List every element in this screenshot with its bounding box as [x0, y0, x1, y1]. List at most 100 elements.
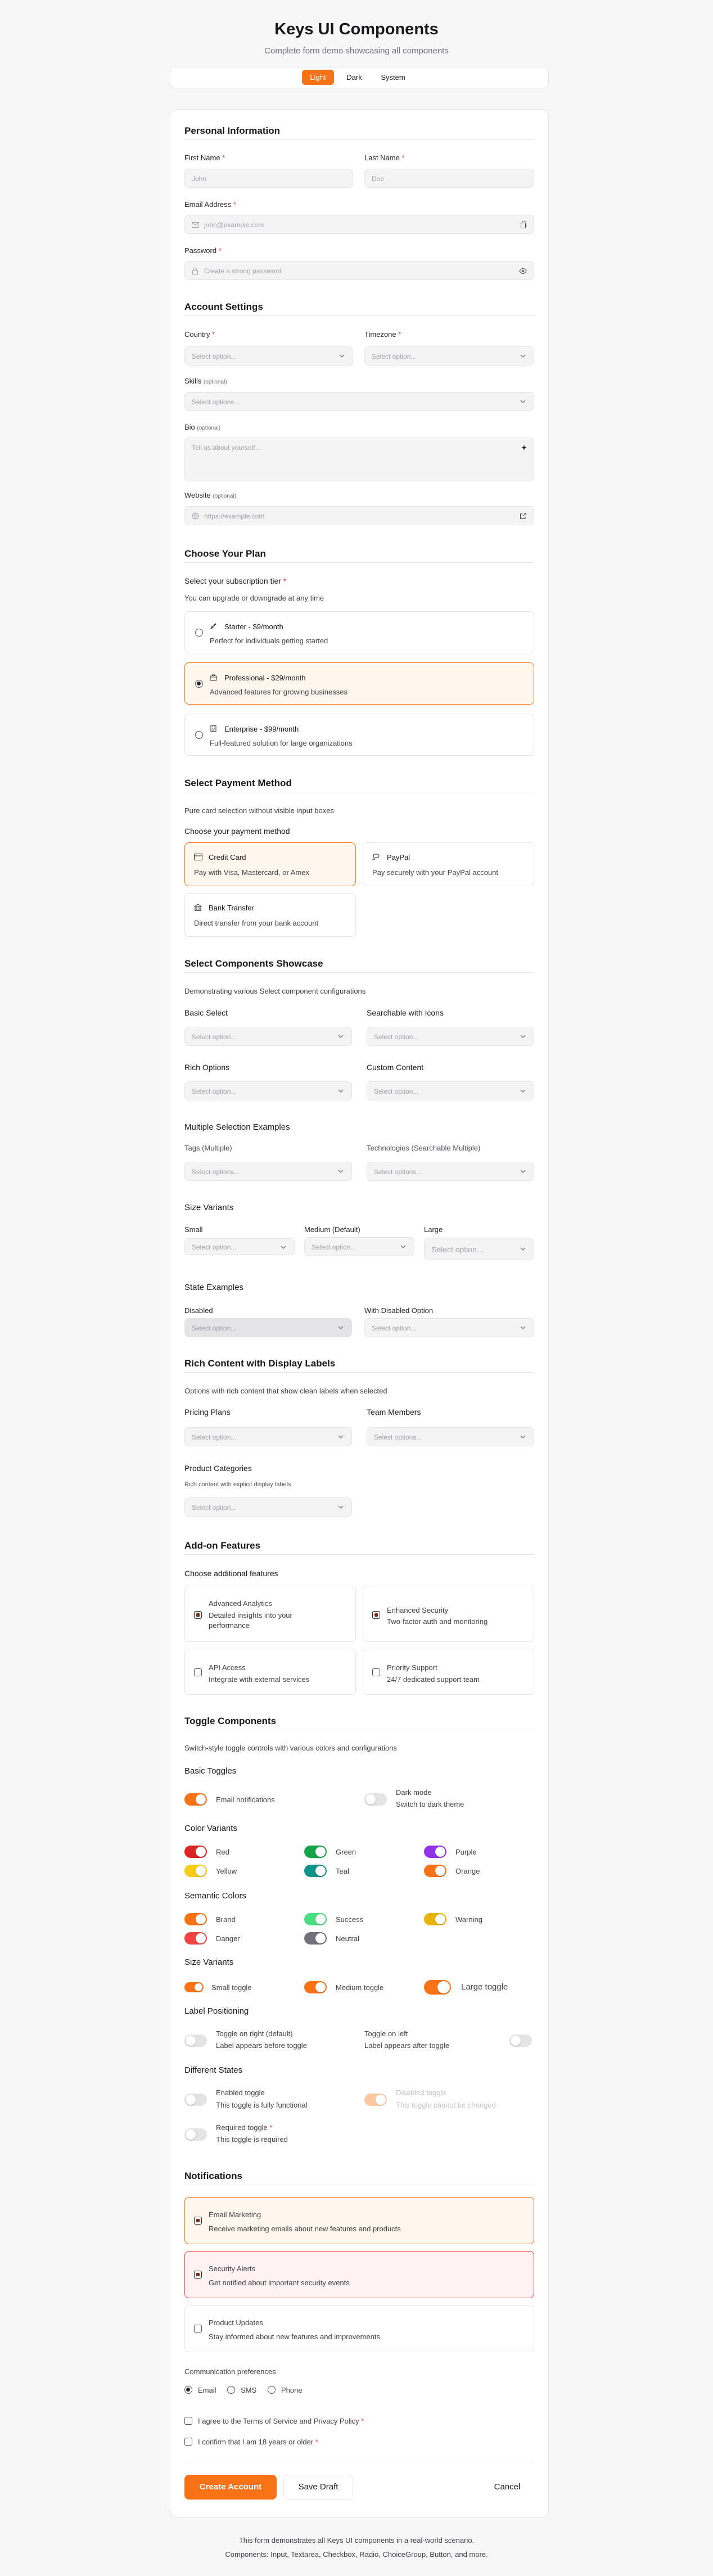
with-disabled-option-select[interactable]: Select option... — [364, 1318, 534, 1337]
yellow-toggle[interactable] — [184, 1865, 207, 1877]
plan-radio[interactable] — [195, 731, 203, 739]
disabled-label: Disabled — [184, 1306, 213, 1315]
addon-advanced-analytics[interactable]: Advanced Analytics Detailed insights int… — [184, 1586, 356, 1642]
addon-priority-support[interactable]: Priority Support 24/7 dedicated support … — [363, 1649, 534, 1695]
large-select[interactable]: Select option... — [424, 1238, 534, 1260]
pref-phone-radio[interactable] — [268, 2386, 276, 2394]
payment-option-credit-card[interactable]: Credit Card Pay with Visa, Mastercard, o… — [184, 842, 356, 886]
skills-select[interactable]: Select options... — [184, 392, 534, 411]
addon-checkbox[interactable] — [194, 1668, 202, 1676]
warning-toggle[interactable] — [424, 1913, 446, 1925]
technologies-select[interactable]: Select options... — [367, 1162, 534, 1181]
left-toggle[interactable] — [509, 2034, 532, 2047]
page-title: Keys UI Components — [274, 20, 439, 38]
pref-email-radio[interactable] — [184, 2386, 192, 2394]
notification-checkbox[interactable] — [194, 2217, 202, 2225]
bio-textarea[interactable]: Tell us about yourself... — [184, 437, 534, 481]
plan-option-enterprise[interactable]: Enterprise - $99/month Full-featured sol… — [184, 714, 534, 756]
divider — [184, 562, 534, 563]
addon-title: Advanced Analytics — [209, 1599, 272, 1608]
success-toggle[interactable] — [304, 1913, 327, 1925]
pref-sms-radio[interactable] — [227, 2386, 235, 2394]
custom-content-select[interactable]: Select option... — [367, 1081, 534, 1100]
danger-toggle[interactable] — [184, 1932, 207, 1945]
password-input[interactable]: Create a strong password — [184, 261, 534, 280]
dark-mode-toggle[interactable] — [364, 1793, 387, 1806]
disabled-toggle-desc: This toggle cannot be changed — [396, 2101, 496, 2109]
external-link-icon[interactable] — [520, 512, 527, 520]
toggle-size-heading: Size Variants — [184, 1957, 234, 1967]
email-input[interactable]: john@example.com — [184, 215, 534, 234]
copy-icon[interactable] — [520, 221, 527, 229]
orange-toggle[interactable] — [424, 1865, 446, 1877]
addon-enhanced-security[interactable]: Enhanced Security Two-factor auth and mo… — [363, 1586, 534, 1642]
communication-preferences-label: Communication preferences — [184, 2367, 276, 2376]
rich-options-select[interactable]: Select option... — [184, 1081, 352, 1100]
last-name-input[interactable]: Doe — [364, 169, 534, 188]
small-toggle[interactable] — [184, 1982, 204, 1992]
enabled-toggle[interactable] — [184, 2094, 207, 2106]
theme-light-button[interactable]: Light — [302, 70, 334, 85]
team-members-select[interactable]: Select options... — [367, 1427, 534, 1446]
green-toggle[interactable] — [304, 1846, 327, 1858]
tags-select[interactable]: Select options... — [184, 1162, 352, 1181]
theme-dark-button[interactable]: Dark — [340, 70, 369, 85]
brand-toggle[interactable] — [184, 1913, 207, 1925]
green-toggle-label: Green — [336, 1848, 356, 1856]
create-account-button[interactable]: Create Account — [184, 2475, 277, 2500]
plan-radio[interactable] — [195, 629, 203, 637]
page-subtitle: Complete form demo showcasing all compon… — [264, 46, 449, 56]
cancel-button[interactable]: Cancel — [480, 2475, 534, 2500]
notification-security-alerts[interactable]: Security Alerts Get notified about impor… — [184, 2251, 534, 2298]
teal-toggle-label: Teal — [336, 1867, 349, 1875]
bio-label: Bio (optional) — [184, 423, 221, 431]
sparkle-icon[interactable] — [521, 445, 527, 450]
payment-option-paypal[interactable]: PayPal Pay securely with your PayPal acc… — [363, 842, 534, 886]
addon-checkbox[interactable] — [194, 1611, 202, 1619]
plan-option-professional[interactable]: Professional - $29/month Advanced featur… — [184, 662, 534, 705]
purple-toggle[interactable] — [424, 1846, 446, 1858]
theme-system-button[interactable]: System — [374, 70, 412, 85]
notification-checkbox[interactable] — [194, 2271, 202, 2279]
country-select[interactable]: Select option... — [184, 346, 353, 366]
eye-icon[interactable] — [519, 268, 527, 274]
website-input[interactable]: https://example.com — [184, 506, 534, 525]
save-draft-button[interactable]: Save Draft — [283, 2475, 353, 2500]
notification-product-updates[interactable]: Product Updates Stay informed about new … — [184, 2305, 534, 2352]
notification-email-marketing[interactable]: Email Marketing Receive marketing emails… — [184, 2197, 534, 2244]
addon-api-access[interactable]: API Access Integrate with external servi… — [184, 1649, 356, 1695]
plan-option-starter[interactable]: Starter - $9/month Perfect for individua… — [184, 611, 534, 653]
required-toggle[interactable] — [184, 2128, 207, 2141]
right-toggle[interactable] — [184, 2034, 207, 2047]
medium-label: Medium (Default) — [304, 1225, 360, 1234]
pricing-plans-select[interactable]: Select option... — [184, 1427, 352, 1446]
pricing-plans-heading: Pricing Plans — [184, 1407, 231, 1416]
lock-icon — [192, 268, 198, 275]
medium-select[interactable]: Select option... — [304, 1237, 414, 1256]
payment-desc: Direct transfer from your bank account — [194, 919, 319, 927]
chevron-down-icon — [338, 1035, 344, 1038]
toggles-desc: Switch-style toggle controls with variou… — [184, 1744, 397, 1752]
plan-desc: Full-featured solution for large organiz… — [210, 739, 353, 747]
timezone-select[interactable]: Select option... — [364, 346, 534, 366]
small-select[interactable]: Select option... — [184, 1238, 295, 1255]
neutral-toggle[interactable] — [304, 1932, 327, 1945]
terms-checkbox[interactable] — [184, 2417, 192, 2425]
basic-select[interactable]: Select option... — [184, 1027, 352, 1046]
dark-mode-desc: Switch to dark theme — [396, 1800, 464, 1808]
notification-checkbox[interactable] — [194, 2325, 202, 2333]
addon-checkbox[interactable] — [372, 1611, 380, 1619]
searchable-select[interactable]: Select option... — [367, 1027, 534, 1046]
payment-option-bank-transfer[interactable]: Bank Transfer Direct transfer from your … — [184, 893, 356, 937]
pref-phone-label: Phone — [281, 2386, 303, 2394]
first-name-input[interactable]: John — [184, 169, 353, 188]
plan-radio[interactable] — [195, 680, 203, 688]
addon-checkbox[interactable] — [372, 1668, 380, 1676]
email-notifications-toggle[interactable] — [184, 1793, 207, 1806]
age-checkbox[interactable] — [184, 2438, 192, 2446]
large-toggle[interactable] — [424, 1980, 451, 1995]
red-toggle[interactable] — [184, 1846, 207, 1858]
medium-toggle[interactable] — [304, 1981, 327, 1993]
product-categories-select[interactable]: Select option... — [184, 1497, 352, 1517]
teal-toggle[interactable] — [304, 1865, 327, 1877]
